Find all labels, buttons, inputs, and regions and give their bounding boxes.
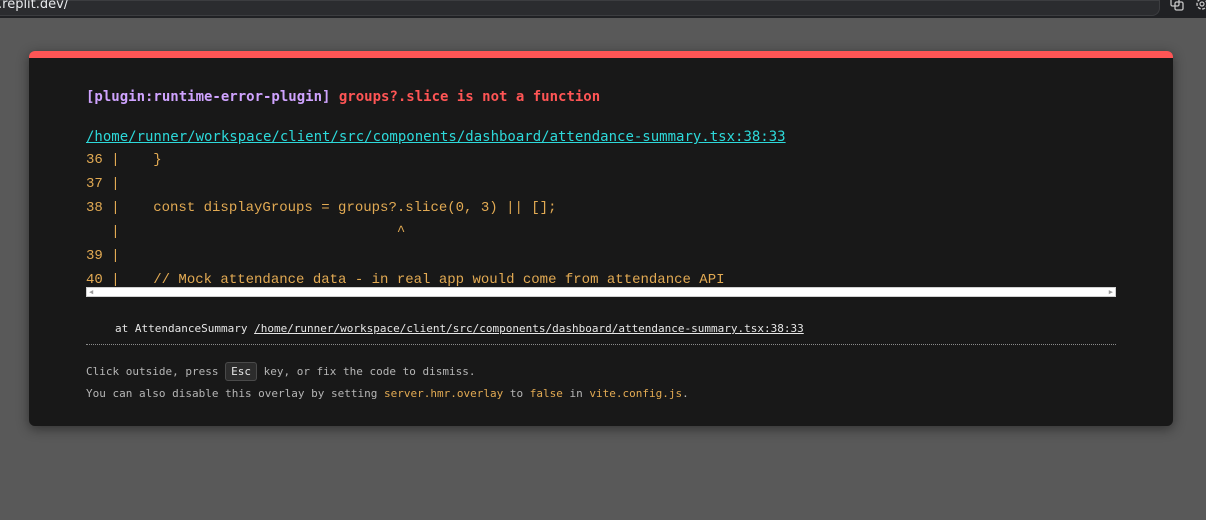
- error-text: groups?.slice is not a function: [338, 89, 601, 105]
- address-bar[interactable]: .replit.dev/: [0, 0, 1160, 16]
- copy-icon[interactable]: [1170, 0, 1184, 11]
- code-frame: 36 | } 37 | 38 | const displayGroups = g…: [86, 152, 725, 288]
- tip-text: key, or fix the code to dismiss.: [263, 365, 476, 378]
- stack-file-link[interactable]: /home/runner/workspace/client/src/compon…: [254, 322, 804, 335]
- browser-toolbar: .replit.dev/: [0, 0, 1206, 18]
- disable-overlay-tip: You can also disable this overlay by set…: [86, 387, 689, 400]
- settings-icon[interactable]: [1195, 0, 1206, 11]
- horizontal-scrollbar[interactable]: ◀ ▶: [86, 287, 1116, 297]
- tip-text: to: [509, 387, 524, 400]
- tip-text: .: [682, 387, 689, 400]
- setting-value: false: [529, 387, 563, 400]
- dismiss-tip: Click outside, press Esc key, or fix the…: [86, 362, 476, 381]
- config-file: vite.config.js: [589, 387, 683, 400]
- plugin-name: [plugin:runtime-error-plugin]: [86, 89, 331, 105]
- address-bar-url: .replit.dev/: [0, 0, 69, 12]
- scroll-right-arrow-icon[interactable]: ▶: [1109, 288, 1113, 296]
- scroll-left-arrow-icon[interactable]: ◀: [89, 288, 93, 296]
- stack-function: at AttendanceSummary: [115, 322, 248, 335]
- esc-key: Esc: [225, 362, 257, 381]
- stack-trace: at AttendanceSummary /home/runner/worksp…: [115, 322, 804, 335]
- error-file-link[interactable]: /home/runner/workspace/client/src/compon…: [86, 129, 786, 145]
- error-overlay[interactable]: [plugin:runtime-error-plugin] groups?.sl…: [29, 51, 1173, 426]
- tip-text: Click outside, press: [86, 365, 219, 378]
- tip-text: in: [569, 387, 583, 400]
- error-message: [plugin:runtime-error-plugin] groups?.sl…: [86, 89, 600, 105]
- tip-text: You can also disable this overlay by set…: [86, 387, 378, 400]
- divider: [86, 344, 1116, 345]
- setting-name: server.hmr.overlay: [384, 387, 504, 400]
